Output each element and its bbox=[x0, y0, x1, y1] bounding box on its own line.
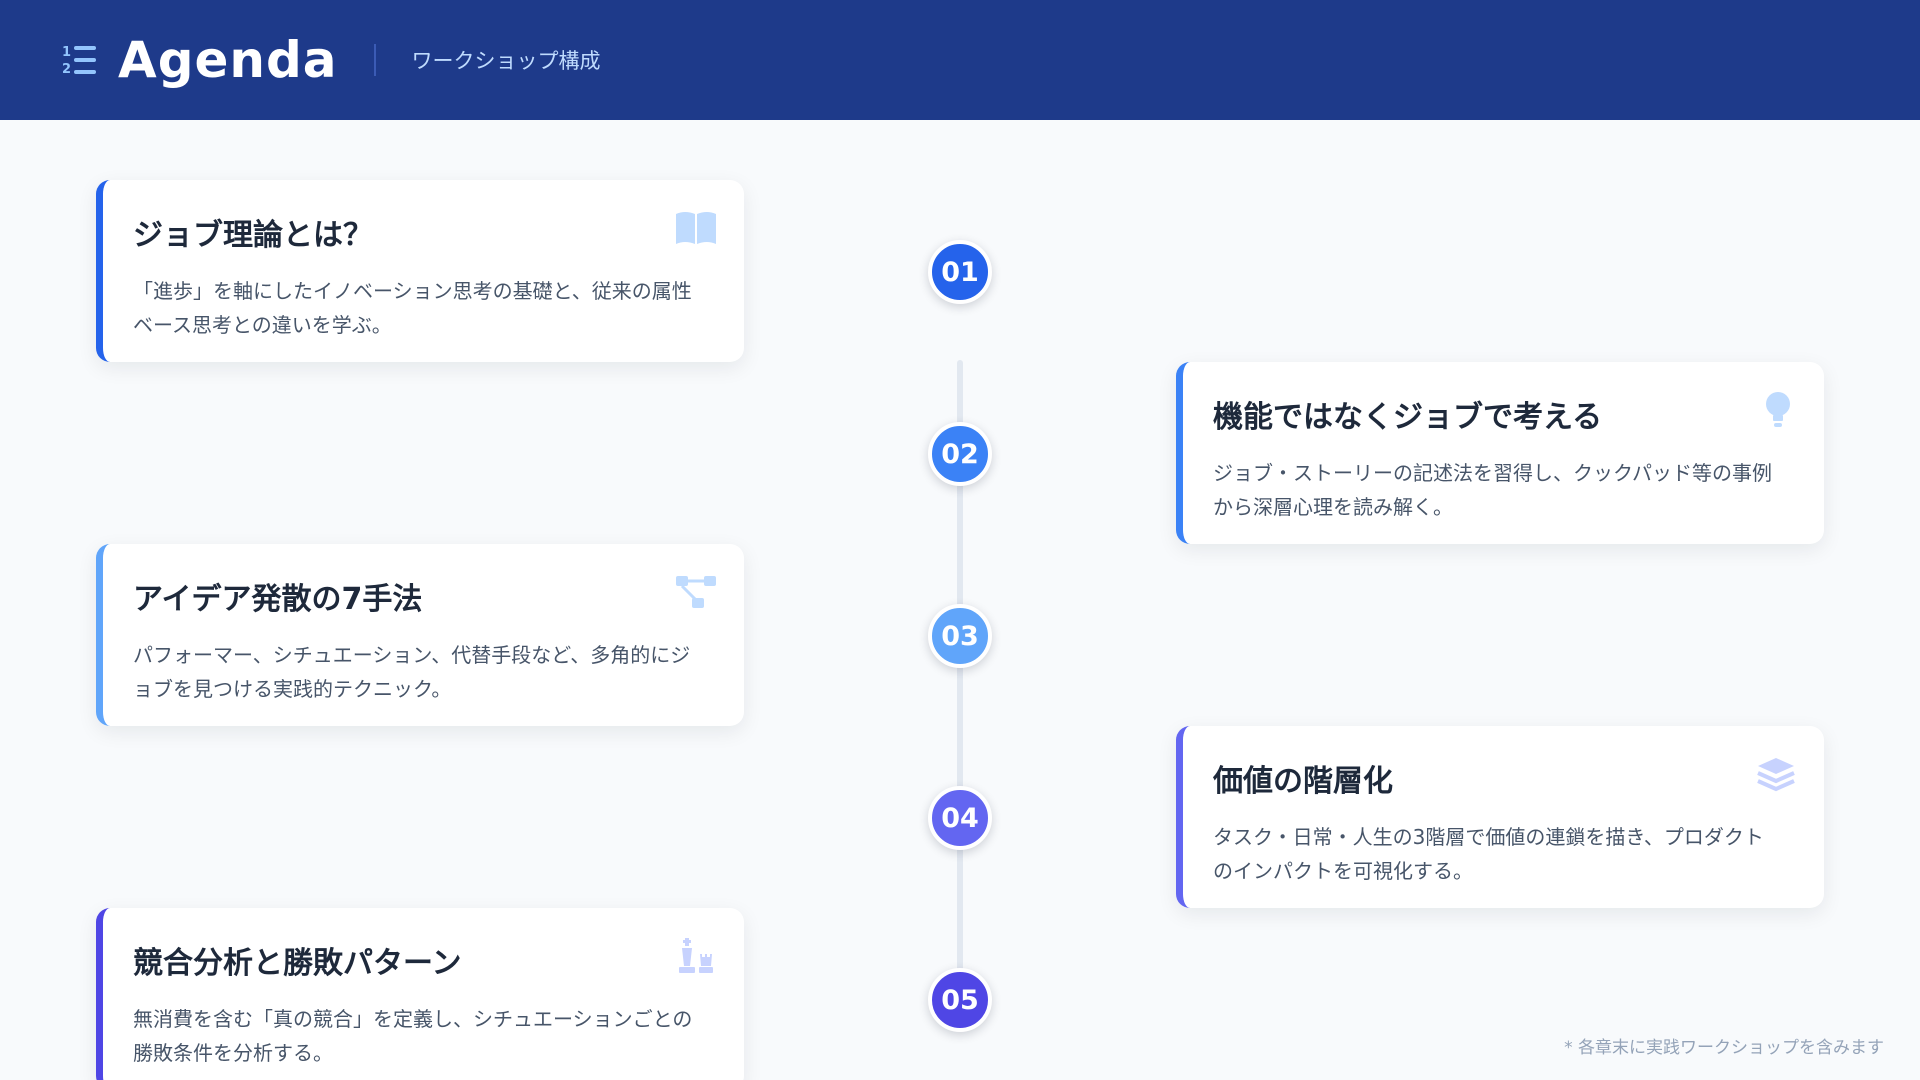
footnote: * 各章末に実践ワークショップを含みます bbox=[1564, 1038, 1884, 1058]
card-description: 「進歩」を軸にしたイノベーション思考の基礎と、従来の属性ベース思考との違いを学ぶ… bbox=[133, 279, 692, 337]
card-title: アイデア発散の7手法 bbox=[133, 582, 423, 617]
timeline-node-03: 03 bbox=[928, 604, 992, 668]
timeline-node-04: 04 bbox=[928, 786, 992, 850]
header-bar: 1 2 Agenda ワークショップ構成 bbox=[0, 0, 1920, 120]
card-description: 無消費を含む「真の競合」を定義し、シチュエーションごとの勝敗条件を分析する。 bbox=[133, 1007, 693, 1065]
agenda-card-02[interactable]: 機能ではなくジョブで考える ジョブ・ストーリーの記述法を習得し、クックパッド等の… bbox=[1176, 362, 1824, 544]
svg-text:2: 2 bbox=[62, 62, 71, 77]
agenda-card-01[interactable]: ジョブ理論とは？ 「進歩」を軸にしたイノベーション思考の基礎と、従来の属性ベース… bbox=[96, 180, 744, 362]
timeline-node-01: 01 bbox=[928, 240, 992, 304]
card-title: 競合分析と勝敗パターン bbox=[133, 946, 462, 981]
numbered-list-icon: 1 2 bbox=[62, 45, 96, 77]
lightbulb-icon bbox=[1766, 392, 1790, 427]
agenda-card-04[interactable]: 価値の階層化 タスク・日常・人生の3階層で価値の連鎖を描き、プロダクトのインパク… bbox=[1176, 726, 1824, 908]
card-description: ジョブ・ストーリーの記述法を習得し、クックパッド等の事例から深層心理を読み解く。 bbox=[1213, 461, 1772, 519]
sitemap-icon bbox=[676, 576, 716, 608]
timeline-node-02: 02 bbox=[928, 422, 992, 486]
header-divider bbox=[373, 44, 376, 76]
card-title: 機能ではなくジョブで考える bbox=[1213, 400, 1603, 435]
svg-text:1: 1 bbox=[62, 45, 71, 60]
chess-icon bbox=[679, 938, 713, 973]
card-title: 価値の階層化 bbox=[1213, 764, 1393, 799]
card-description: タスク・日常・人生の3階層で価値の連鎖を描き、プロダクトのインパクトを可視化する… bbox=[1213, 825, 1764, 883]
timeline-node-05: 05 bbox=[928, 968, 992, 1032]
page-subtitle: ワークショップ構成 bbox=[411, 49, 601, 73]
agenda-card-03[interactable]: アイデア発散の7手法 パフォーマー、シチュエーション、代替手段など、多角的にジョ… bbox=[96, 544, 744, 726]
agenda-card-05[interactable]: 競合分析と勝敗パターン 無消費を含む「真の競合」を定義し、シチュエーションごとの… bbox=[96, 908, 744, 1080]
book-icon bbox=[676, 212, 716, 244]
layers-icon bbox=[1757, 758, 1795, 792]
page-title: Agenda bbox=[118, 31, 338, 89]
card-title: ジョブ理論とは？ bbox=[133, 218, 373, 253]
card-description: パフォーマー、シチュエーション、代替手段など、多角的にジョブを見つける実践的テク… bbox=[133, 643, 691, 701]
